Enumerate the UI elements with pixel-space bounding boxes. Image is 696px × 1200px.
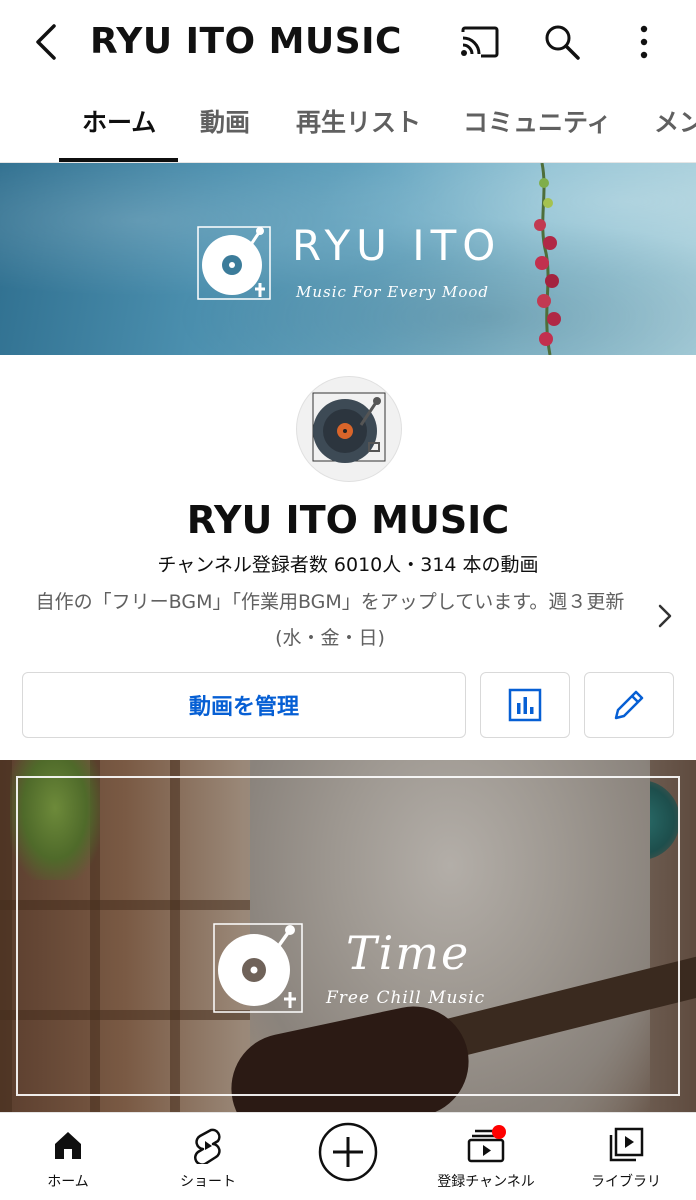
tab-videos[interactable]: 動画 [200,84,250,164]
nav-subscriptions[interactable]: 登録チャンネル [426,1113,546,1200]
nav-home[interactable]: ホーム [8,1113,128,1200]
analytics-button[interactable] [480,672,570,738]
tab-playlists[interactable]: 再生リスト [296,84,421,164]
notification-dot [492,1125,506,1139]
featured-video-thumbnail[interactable]: Time Free Chill Music [0,760,696,1112]
nav-create[interactable] [288,1113,408,1200]
top-app-bar: RYU ITO MUSIC [0,0,696,84]
channel-description[interactable]: 自作の「フリーBGM」「作業用BGM」をアップしています。週３更新(水・金・日) [24,584,636,656]
create-plus-icon [318,1122,378,1182]
avatar-record-icon [312,392,386,463]
nav-library[interactable]: ライブラリ [566,1113,686,1200]
video-subtitle: Free Chill Music [326,988,486,1008]
bottom-navigation: ホーム ショート 登録チャンネル ライブラリ [0,1112,696,1200]
edit-channel-button[interactable] [584,672,674,738]
banner-title: RYU ITO [292,221,502,270]
nav-shorts-label: ショート [180,1174,236,1190]
channel-avatar[interactable] [296,376,402,482]
video-title: Time [346,926,471,980]
description-expand-button[interactable] [650,598,680,634]
manage-videos-button[interactable]: 動画を管理 [22,672,466,738]
analytics-icon [508,688,542,722]
cast-button[interactable] [456,18,504,66]
subscriptions-icon [466,1125,506,1165]
library-icon [606,1125,646,1165]
channel-banner: RYU ITO Music For Every Mood [0,163,696,355]
nav-shorts[interactable]: ショート [148,1113,268,1200]
cast-icon [461,26,499,58]
banner-subtitle: Music For Every Mood [296,283,489,301]
nav-home-label: ホーム [47,1174,89,1190]
channel-stats: チャンネル登録者数 6010人・314 本の動画 [157,554,539,576]
record-player-logo-icon [213,923,303,1013]
record-player-logo-icon [197,226,271,300]
header-title: RYU ITO MUSIC [90,21,402,62]
tab-membership[interactable]: メン [654,84,696,164]
channel-name: RYU ITO MUSIC [186,498,510,542]
tab-community[interactable]: コミュニティ [463,84,612,164]
search-button[interactable] [538,18,586,66]
tab-home[interactable]: ホーム [82,84,156,164]
search-icon [545,25,580,60]
home-icon [48,1125,88,1165]
more-options-button[interactable] [620,18,668,66]
back-icon [36,24,56,60]
edit-pencil-icon [614,690,644,720]
vine-decoration [534,163,561,355]
nav-subscriptions-label: 登録チャンネル [437,1174,535,1190]
channel-tabs: ホーム 動画 再生リスト コミュニティ メン [0,84,696,164]
back-button[interactable] [22,18,70,66]
nav-library-label: ライブラリ [591,1174,661,1190]
shorts-icon [188,1125,228,1165]
more-vert-icon [640,25,648,59]
chevron-right-icon [658,604,672,628]
